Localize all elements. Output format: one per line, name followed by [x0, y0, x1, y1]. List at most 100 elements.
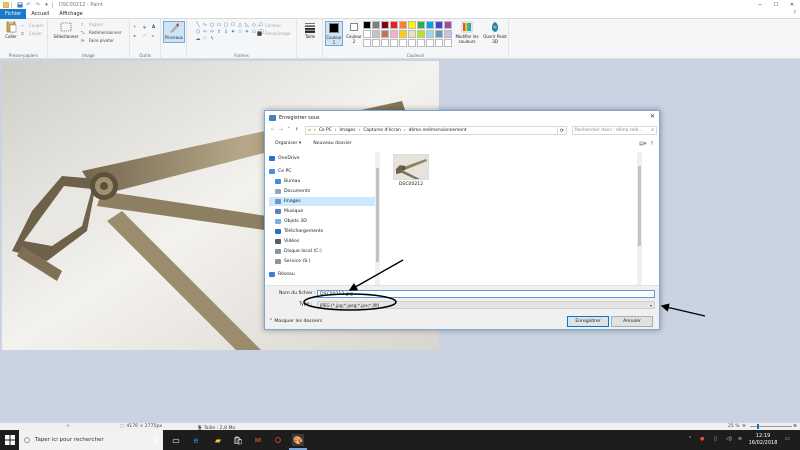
color-swatch[interactable]: [399, 39, 407, 47]
show-hidden-icons-icon[interactable]: ⌃: [688, 436, 692, 442]
polygon-shape-icon[interactable]: ⬠: [230, 22, 236, 28]
organize-button[interactable]: Organiser ▾: [275, 141, 301, 146]
hexagon-shape-icon[interactable]: ⬡: [195, 29, 201, 35]
redo-icon[interactable]: ↷: [34, 2, 41, 8]
nav-item-service-drive[interactable]: Service (S:): [269, 257, 379, 266]
heart-shape-icon[interactable]: ♡: [202, 36, 208, 42]
color-swatch[interactable]: [444, 30, 452, 38]
nav-item-3d-objects[interactable]: Objets 3D: [269, 217, 379, 226]
paint3d-button[interactable]: Ouvrir Paint 3D: [483, 21, 507, 44]
search-input[interactable]: Rechercher dans : démo redi... ⌕: [571, 125, 658, 135]
volume-icon[interactable]: ◁): [726, 436, 732, 442]
save-button[interactable]: Enregistrer: [567, 316, 609, 327]
color-swatch[interactable]: [381, 39, 389, 47]
magnifier-tool[interactable]: ⌕: [152, 32, 154, 39]
color-swatch[interactable]: [399, 21, 407, 29]
notifications-icon[interactable]: ▭: [785, 436, 790, 442]
color-swatch[interactable]: [399, 30, 407, 38]
crop-button[interactable]: ⌗ Rogner: [81, 21, 103, 28]
breadcrumb[interactable]: ▰ › Ce PC › Images › Captures d'écran › …: [304, 125, 558, 135]
windows-start-icon[interactable]: [5, 435, 15, 445]
color-swatch[interactable]: [426, 21, 434, 29]
task-view-icon[interactable]: ▭: [170, 434, 182, 446]
star4-shape-icon[interactable]: ✦: [230, 29, 236, 35]
paste-button[interactable]: Coller: [3, 21, 19, 39]
lightning-shape-icon[interactable]: ϟ: [209, 36, 215, 42]
tab-home[interactable]: Accueil: [26, 9, 54, 19]
color-swatch[interactable]: [435, 30, 443, 38]
tab-view[interactable]: Affichage: [54, 9, 88, 19]
size-button[interactable]: Taille: [301, 21, 319, 39]
outline-dropdown[interactable]: ▭ Contour: [257, 22, 281, 29]
cloud-shape-icon[interactable]: ☁: [195, 36, 201, 42]
close-button[interactable]: ✕: [784, 0, 800, 9]
back-arrow-icon[interactable]: ←: [269, 127, 277, 133]
file-item[interactable]: DSC00212: [391, 154, 431, 194]
undo-icon[interactable]: ↶: [25, 2, 32, 8]
nav-item-downloads[interactable]: Téléchargements: [269, 227, 379, 236]
color-swatch[interactable]: [363, 30, 371, 38]
eraser-tool[interactable]: ▰: [133, 32, 136, 39]
nav-item-onedrive[interactable]: OneDrive: [269, 154, 379, 163]
fill-dropdown[interactable]: ⬛ Remplissage: [257, 30, 290, 37]
right-triangle-shape-icon[interactable]: ◺: [244, 22, 250, 28]
color-swatch[interactable]: [372, 39, 380, 47]
microphone-icon[interactable]: 🎙: [150, 434, 162, 446]
color-swatch[interactable]: [435, 39, 443, 47]
up-arrow-shape-icon[interactable]: ⇧: [216, 29, 222, 35]
color-swatch[interactable]: [408, 39, 416, 47]
color-swatch[interactable]: [426, 39, 434, 47]
nav-item-documents[interactable]: Documents: [269, 187, 379, 196]
color-swatch[interactable]: [381, 21, 389, 29]
star6-shape-icon[interactable]: ✶: [244, 29, 250, 35]
taskbar-search-input[interactable]: ○ Taper ici pour rechercher: [19, 430, 163, 450]
color2-button[interactable]: Couleur 2: [345, 21, 363, 44]
color-swatch[interactable]: [435, 21, 443, 29]
color-swatch[interactable]: [390, 30, 398, 38]
minimize-button[interactable]: ─: [752, 0, 768, 9]
file-explorer-icon[interactable]: ▰: [212, 434, 224, 446]
refresh-icon[interactable]: ⟳: [558, 125, 567, 135]
customize-quick-access-icon[interactable]: ▾: [43, 2, 50, 8]
network-tray-icon[interactable]: ▯: [714, 436, 717, 442]
new-folder-button[interactable]: Nouveau dossier: [313, 141, 351, 146]
resize-button[interactable]: ⤡ Redimensionner: [81, 29, 121, 36]
color-swatch[interactable]: [363, 21, 371, 29]
save-icon[interactable]: [16, 2, 23, 8]
breadcrumb-item[interactable]: Ce PC: [319, 128, 332, 133]
color-swatch[interactable]: [363, 39, 371, 47]
filename-input[interactable]: DSC00212.jpg: [317, 290, 655, 298]
color-swatch[interactable]: [390, 21, 398, 29]
rectangle-shape-icon[interactable]: ▭: [216, 22, 222, 28]
store-icon[interactable]: 🛍: [232, 434, 244, 446]
star5-shape-icon[interactable]: ☆: [237, 29, 243, 35]
rounded-rectangle-shape-icon[interactable]: ▢: [223, 22, 229, 28]
color-swatch[interactable]: [381, 30, 389, 38]
nav-item-desktop[interactable]: Bureau: [269, 177, 379, 186]
help-icon[interactable]: ?: [650, 141, 653, 147]
color-swatch[interactable]: [408, 21, 416, 29]
down-arrow-shape-icon[interactable]: ⇩: [223, 29, 229, 35]
breadcrumb-item[interactable]: Images: [340, 128, 356, 133]
wifi-icon[interactable]: ≋: [738, 436, 742, 442]
color-palette[interactable]: [363, 21, 452, 47]
forward-arrow-icon[interactable]: →: [277, 127, 285, 133]
rotate-button[interactable]: ⟳ Faire pivoter: [81, 37, 114, 44]
pencil-tool[interactable]: ✎: [133, 23, 136, 30]
nav-item-music[interactable]: Musique: [269, 207, 379, 216]
scrollbar-thumb[interactable]: [638, 166, 641, 246]
color-swatch[interactable]: [408, 30, 416, 38]
tab-file[interactable]: Fichier: [0, 8, 27, 19]
view-options-icon[interactable]: ▤▾: [639, 141, 646, 147]
brushes-button[interactable]: Pinceaux: [163, 21, 185, 43]
opera-icon[interactable]: O: [272, 434, 284, 446]
nav-item-this-pc[interactable]: Ce PC: [269, 167, 379, 176]
triangle-shape-icon[interactable]: △: [237, 22, 243, 28]
edit-colors-button[interactable]: Modifier les couleurs: [453, 21, 481, 44]
text-tool[interactable]: A: [152, 23, 155, 30]
select-button[interactable]: Sélectionner: [52, 21, 80, 39]
color-swatch[interactable]: [372, 21, 380, 29]
maximize-button[interactable]: ☐: [768, 0, 784, 9]
file-list-scrollbar[interactable]: [637, 152, 642, 285]
color-swatch[interactable]: [417, 30, 425, 38]
